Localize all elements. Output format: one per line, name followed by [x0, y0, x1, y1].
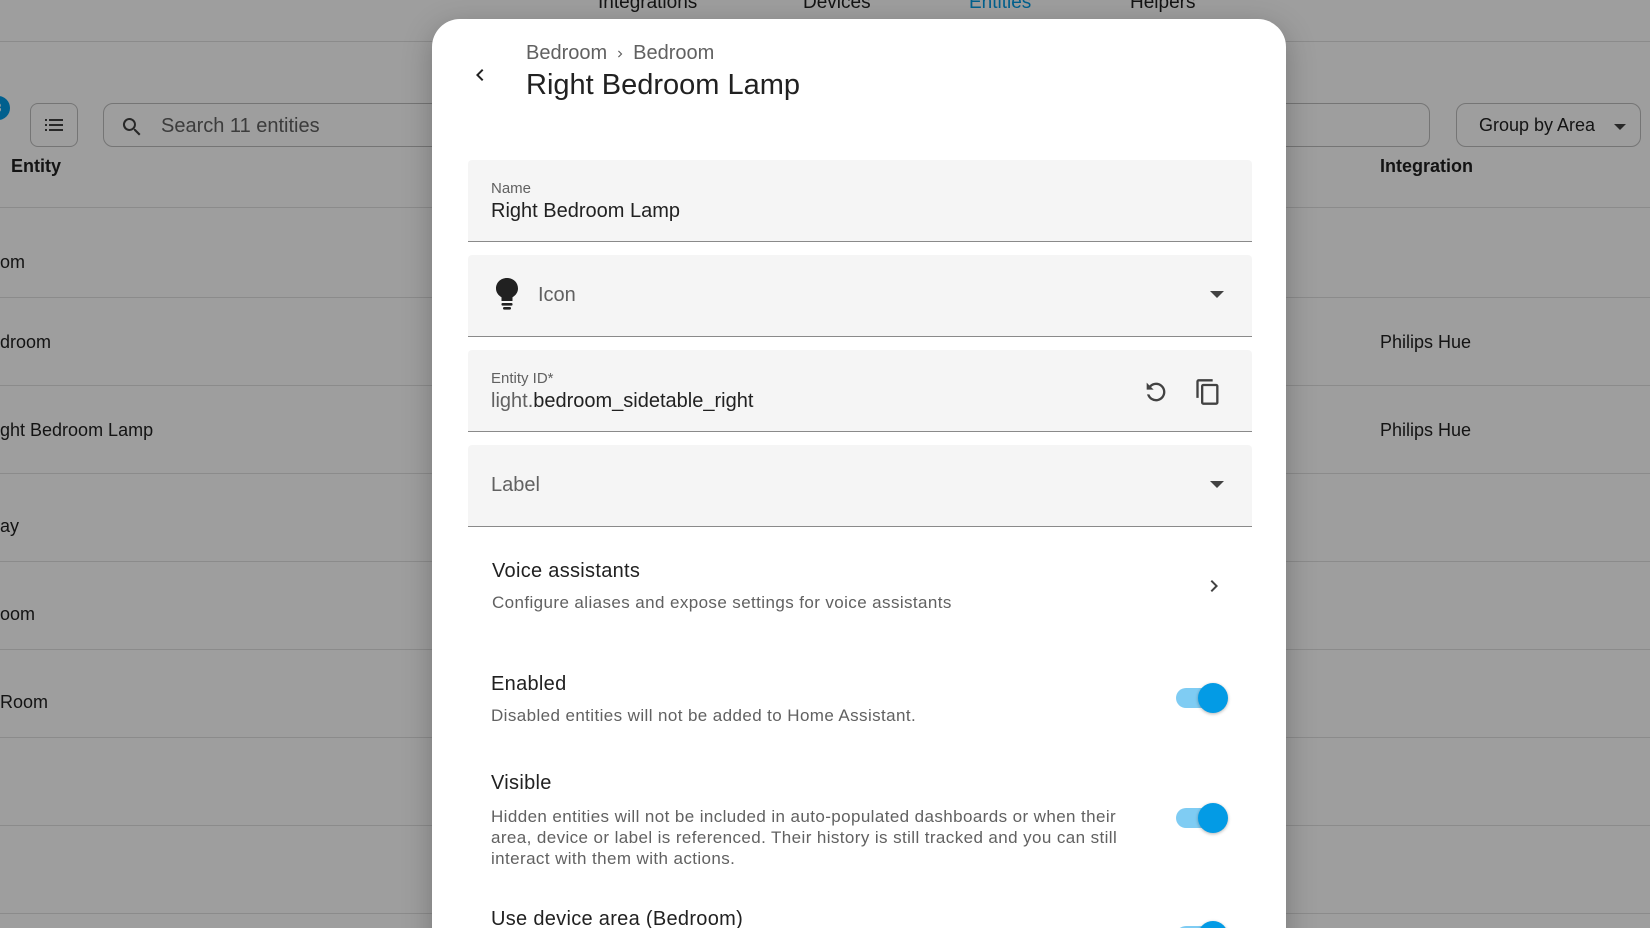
- lightbulb-icon: [496, 278, 518, 310]
- visible-description: Hidden entities will not be included in …: [491, 807, 1118, 868]
- chevron-right-icon: [1210, 580, 1218, 592]
- caret-down-icon[interactable]: [1210, 291, 1224, 299]
- copy-icon: [1196, 379, 1219, 405]
- voice-assistants-title: Voice assistants: [492, 560, 641, 582]
- entity-id-object-id: bedroom_sidetable_right: [533, 390, 754, 412]
- dialog-title: Right Bedroom Lamp: [526, 69, 801, 101]
- entity-id-value: light.bedroom_sidetable_right: [491, 390, 753, 413]
- entity-id-label: Entity ID*: [491, 370, 554, 387]
- use-device-area-title: Use device area (Bedroom): [491, 908, 744, 928]
- breadcrumb-area: Bedroom: [526, 42, 608, 64]
- chevron-right-icon: [618, 50, 623, 57]
- copy-entity-id-button[interactable]: [1188, 372, 1228, 412]
- back-button[interactable]: [460, 55, 500, 95]
- icon-picker-placeholder: Icon: [538, 284, 576, 306]
- enabled-switch[interactable]: [1176, 683, 1230, 713]
- entity-id-field[interactable]: Entity ID* light.bedroom_sidetable_right: [468, 350, 1252, 432]
- visible-switch[interactable]: [1176, 803, 1230, 833]
- arrow-back-icon: [476, 69, 484, 81]
- label-picker-placeholder: Label: [491, 474, 540, 496]
- caret-down-icon[interactable]: [1210, 481, 1224, 489]
- use-device-area-switch[interactable]: [1176, 921, 1230, 928]
- icon-picker[interactable]: Icon: [468, 255, 1252, 337]
- name-field[interactable]: Name Right Bedroom Lamp: [468, 160, 1252, 242]
- label-picker[interactable]: Label: [468, 445, 1252, 527]
- voice-assistants-description: Configure aliases and expose settings fo…: [492, 593, 952, 612]
- enabled-title: Enabled: [491, 673, 567, 695]
- voice-assistants-row[interactable]: Voice assistants Configure aliases and e…: [468, 544, 1252, 634]
- breadcrumb: Bedroom Bedroom: [526, 42, 714, 65]
- switch-thumb: [1198, 921, 1228, 928]
- breadcrumb-device: Bedroom: [633, 42, 715, 64]
- entity-settings-dialog: Bedroom Bedroom Right Bedroom Lamp Name …: [432, 19, 1286, 928]
- visible-title: Visible: [491, 772, 552, 794]
- switch-thumb: [1198, 683, 1228, 713]
- name-field-value: Right Bedroom Lamp: [491, 200, 680, 222]
- restore-icon: [1146, 382, 1166, 402]
- switch-thumb: [1198, 803, 1228, 833]
- enabled-description: Disabled entities will not be added to H…: [491, 706, 917, 725]
- restore-entity-id-button[interactable]: [1136, 372, 1176, 412]
- entity-id-domain-prefix: light.: [491, 390, 534, 412]
- name-field-label: Name: [491, 180, 532, 197]
